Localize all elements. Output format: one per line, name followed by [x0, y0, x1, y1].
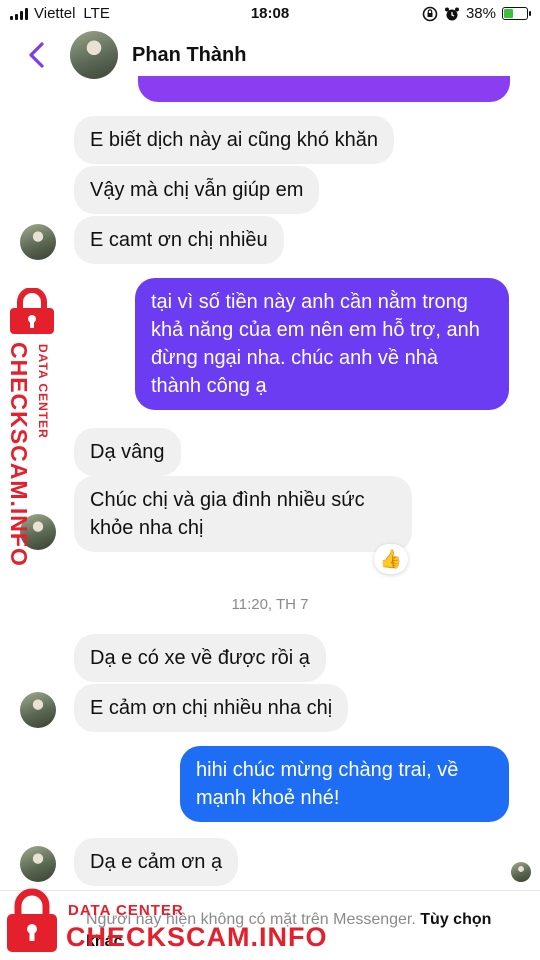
orientation-lock-icon [422, 6, 438, 21]
alarm-icon [444, 7, 459, 20]
watermark-label: DATA CENTER [68, 902, 184, 919]
incoming-message[interactable]: E camt ơn chị nhiều [74, 216, 284, 264]
watermark-label: DATA CENTER [36, 344, 50, 439]
incoming-message[interactable]: E biết dịch này ai cũng khó khăn [74, 116, 394, 164]
previous-message-bubble [138, 76, 510, 102]
outgoing-message[interactable]: hihi chúc mừng chàng trai, về mạnh khoẻ … [180, 746, 509, 822]
incoming-message[interactable]: Chúc chị và gia đình nhiều sức khỏe nha … [74, 476, 412, 552]
chevron-left-icon[interactable] [22, 38, 52, 72]
contact-avatar-small [20, 846, 56, 882]
contact-avatar-small [20, 692, 56, 728]
message-timestamp: 11:20, TH 7 [231, 596, 309, 613]
thumbs-up-reaction[interactable]: 👍 [374, 544, 408, 574]
contact-name[interactable]: Phan Thành [132, 44, 246, 67]
incoming-message[interactable]: Dạ e cảm ơn ạ [74, 838, 239, 886]
incoming-message[interactable]: Dạ vâng [74, 428, 181, 476]
battery-percentage: 38% [465, 5, 496, 22]
contact-avatar[interactable] [70, 31, 118, 79]
padlock-icon [10, 288, 54, 334]
contact-avatar-small [20, 224, 56, 260]
watermark-side: CHECKSCAM.INFO DATA CENTER [2, 288, 62, 567]
battery-level [504, 9, 514, 18]
incoming-message[interactable]: Dạ e có xe về được rồi ạ [74, 634, 326, 682]
watermark-site: CHECKSCAM.INFO [6, 342, 32, 567]
status-icons: 38% [422, 5, 531, 22]
incoming-message[interactable]: E cảm ơn chị nhiều nha chị [74, 684, 349, 732]
watermark-site: CHECKSCAM.INFO [66, 922, 328, 952]
read-receipt-avatar [511, 862, 531, 882]
outgoing-message[interactable]: tại vì số tiền này anh cần nằm trong khả… [135, 278, 509, 410]
status-bar: Viettel LTE 18:08 38% [0, 0, 540, 28]
incoming-message[interactable]: Vậy mà chị vẫn giúp em [74, 166, 320, 214]
battery-icon [502, 7, 531, 20]
padlock-icon [7, 888, 57, 952]
watermark-bottom: DATA CENTER CHECKSCAM.INFO [4, 888, 334, 958]
